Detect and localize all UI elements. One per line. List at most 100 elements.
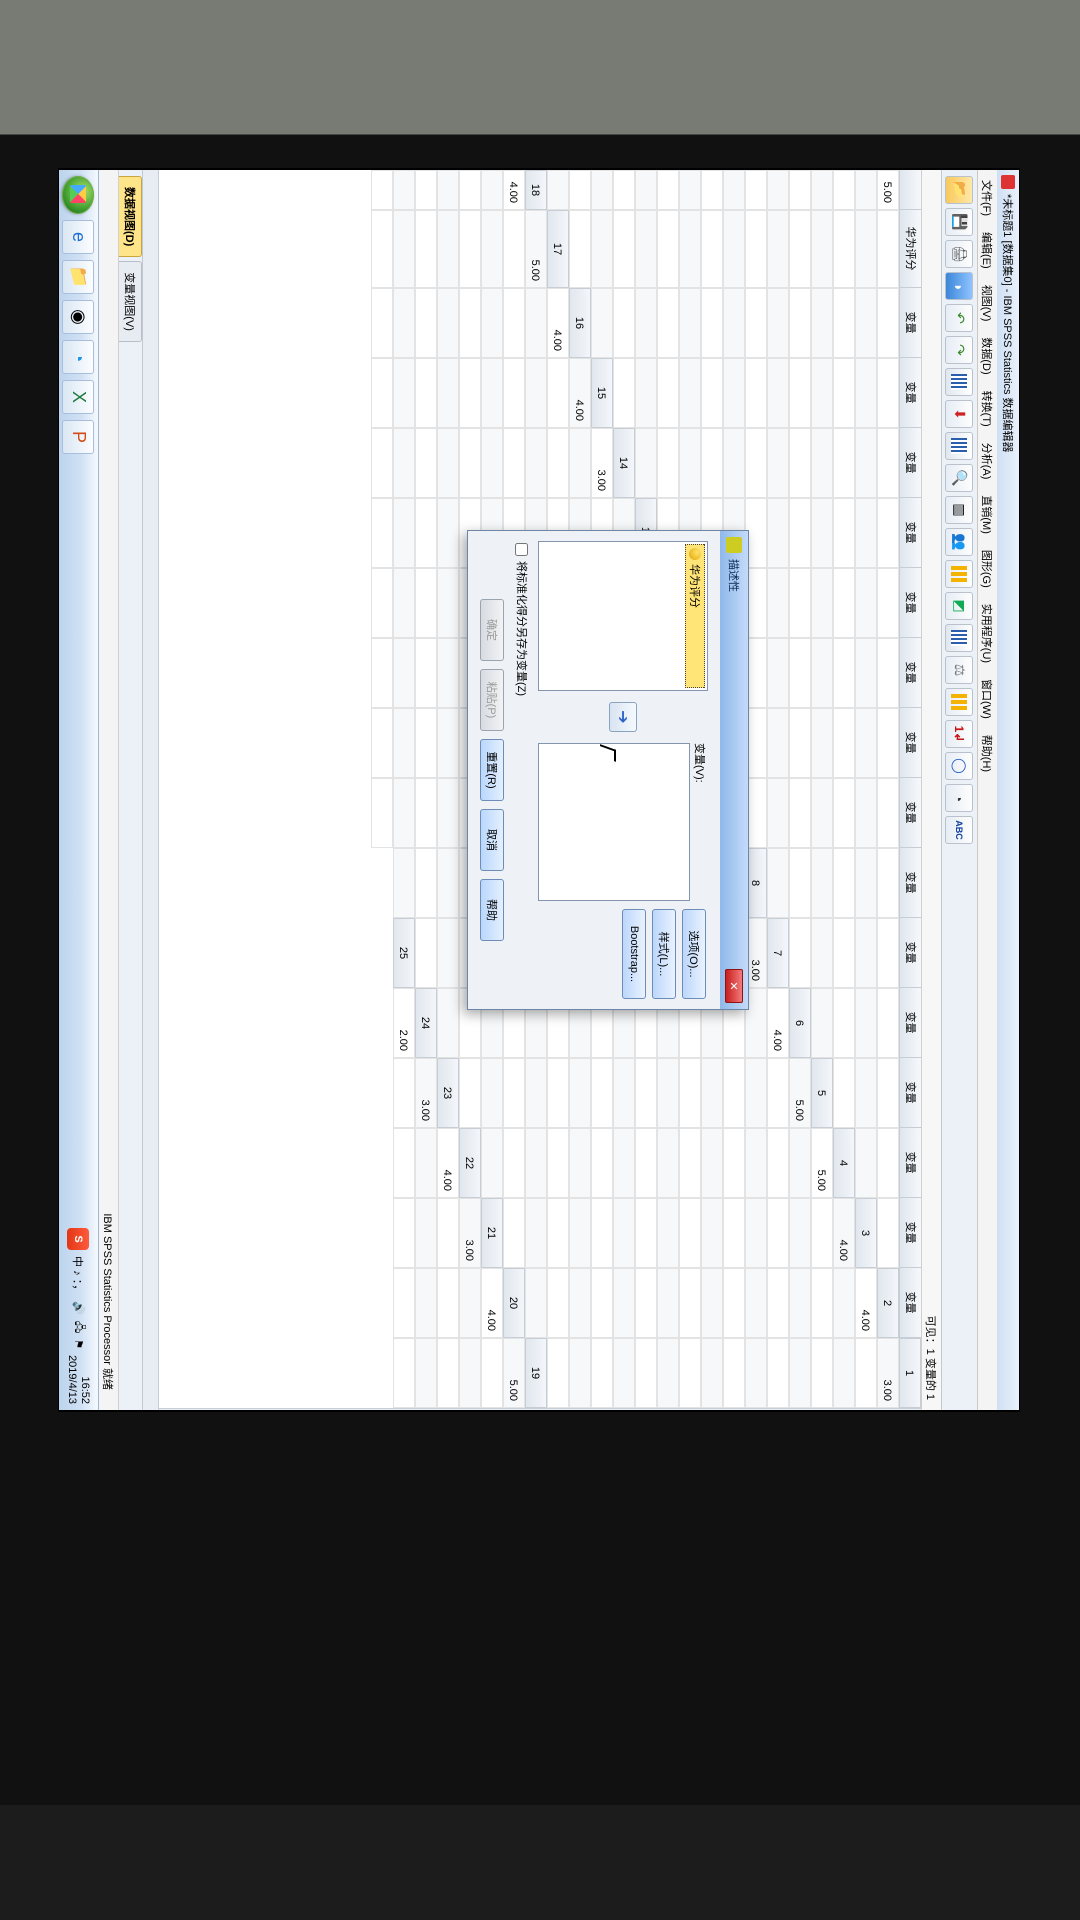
data-cell[interactable]	[437, 778, 459, 848]
data-cell[interactable]	[811, 708, 833, 778]
data-cell[interactable]	[811, 498, 833, 568]
options-button[interactable]: 选项(O)...	[682, 909, 706, 999]
data-cell[interactable]	[371, 428, 393, 498]
data-cell[interactable]: 4.00	[833, 1198, 855, 1268]
help-button[interactable]: 帮助	[480, 879, 504, 941]
data-cell[interactable]	[745, 428, 767, 498]
data-cell[interactable]	[371, 568, 393, 638]
data-cell[interactable]	[415, 1268, 437, 1338]
column-header[interactable]: 变量	[899, 358, 921, 428]
tray-volume-icon[interactable]: 🔊	[72, 1301, 85, 1315]
data-cell[interactable]	[613, 210, 635, 288]
data-cell[interactable]	[877, 638, 899, 708]
data-cell[interactable]	[459, 1338, 481, 1408]
data-cell[interactable]: 4.00	[767, 988, 789, 1058]
data-cell[interactable]	[481, 170, 503, 210]
data-cell[interactable]	[437, 288, 459, 358]
column-header[interactable]: 变量	[899, 428, 921, 498]
show-all-icon[interactable]	[946, 688, 974, 716]
data-cell[interactable]	[613, 1338, 635, 1408]
data-cell[interactable]	[437, 988, 459, 1058]
weight-icon[interactable]	[946, 560, 974, 588]
data-cell[interactable]	[459, 1268, 481, 1338]
data-cell[interactable]	[789, 288, 811, 358]
menu-window[interactable]: 窗口(W)	[978, 673, 998, 725]
data-cell[interactable]	[591, 210, 613, 288]
data-cell[interactable]	[635, 170, 657, 210]
data-cell[interactable]	[591, 1198, 613, 1268]
data-cell[interactable]	[811, 638, 833, 708]
data-cell[interactable]	[723, 1198, 745, 1268]
data-cell[interactable]	[591, 1268, 613, 1338]
column-header[interactable]: 变量	[899, 498, 921, 568]
data-cell[interactable]: 4.00	[437, 1128, 459, 1198]
data-cell[interactable]	[657, 428, 679, 498]
row-header[interactable]: 15	[591, 358, 613, 428]
data-cell[interactable]	[591, 170, 613, 210]
data-cell[interactable]	[701, 1268, 723, 1338]
data-cell[interactable]	[789, 638, 811, 708]
data-cell[interactable]	[437, 1198, 459, 1268]
menu-file[interactable]: 文件(F)	[978, 174, 998, 222]
find-icon[interactable]: 🔍	[946, 464, 974, 492]
data-cell[interactable]	[371, 638, 393, 708]
ime-status[interactable]: 中 ♪ ：，	[71, 1256, 87, 1295]
data-cell[interactable]: 3.00	[415, 1058, 437, 1128]
data-cell[interactable]	[393, 358, 415, 428]
run-icon[interactable]: ◔	[946, 784, 974, 812]
data-cell[interactable]	[371, 288, 393, 358]
data-cell[interactable]	[569, 210, 591, 288]
data-cell[interactable]	[657, 1268, 679, 1338]
row-header[interactable]: 17	[547, 210, 569, 288]
data-cell[interactable]	[415, 638, 437, 708]
data-cell[interactable]	[503, 288, 525, 358]
ime-icon[interactable]: S	[68, 1228, 90, 1250]
task-ppt-icon[interactable]: P	[63, 420, 95, 454]
data-cell[interactable]	[745, 210, 767, 288]
data-cell[interactable]	[855, 778, 877, 848]
data-cell[interactable]	[437, 358, 459, 428]
data-cell[interactable]	[767, 568, 789, 638]
menu-edit[interactable]: 编辑(E)	[978, 226, 998, 275]
data-cell[interactable]	[547, 1128, 569, 1198]
row-header[interactable]: 23	[437, 1058, 459, 1128]
data-cell[interactable]: 3.00	[459, 1198, 481, 1268]
data-cell[interactable]	[371, 170, 393, 210]
data-cell[interactable]	[459, 288, 481, 358]
data-cell[interactable]	[657, 1058, 679, 1128]
data-cell[interactable]	[679, 1338, 701, 1408]
data-cell[interactable]	[437, 1268, 459, 1338]
undo-icon[interactable]: ↶	[946, 304, 974, 332]
data-cell[interactable]	[503, 1128, 525, 1198]
column-header[interactable]: 变量	[899, 778, 921, 848]
menu-graphs[interactable]: 图形(G)	[978, 544, 998, 594]
data-cell[interactable]	[701, 1198, 723, 1268]
menu-analyze[interactable]: 分析(A)	[978, 437, 998, 486]
data-cell[interactable]	[635, 210, 657, 288]
data-cell[interactable]	[459, 358, 481, 428]
data-cell[interactable]	[371, 778, 393, 848]
data-cell[interactable]	[459, 428, 481, 498]
data-cell[interactable]	[393, 210, 415, 288]
data-cell[interactable]	[591, 1128, 613, 1198]
data-cell[interactable]: 4.00	[569, 358, 591, 428]
data-cell[interactable]	[415, 428, 437, 498]
data-cell[interactable]	[833, 638, 855, 708]
data-cell[interactable]	[877, 988, 899, 1058]
data-cell[interactable]	[833, 708, 855, 778]
data-cell[interactable]	[437, 1338, 459, 1408]
data-cell[interactable]	[833, 428, 855, 498]
data-cell[interactable]	[481, 1128, 503, 1198]
addcases-icon[interactable]: 👥	[946, 528, 974, 556]
data-cell[interactable]	[767, 170, 789, 210]
data-cell[interactable]	[789, 568, 811, 638]
data-cell[interactable]	[789, 428, 811, 498]
data-cell[interactable]	[591, 1058, 613, 1128]
data-cell[interactable]	[525, 288, 547, 358]
source-variable-list[interactable]: 华为评分	[538, 541, 708, 691]
data-cell[interactable]	[833, 778, 855, 848]
data-cell[interactable]	[745, 1198, 767, 1268]
data-cell[interactable]	[437, 848, 459, 918]
data-cell[interactable]	[833, 918, 855, 988]
data-cell[interactable]	[657, 1338, 679, 1408]
